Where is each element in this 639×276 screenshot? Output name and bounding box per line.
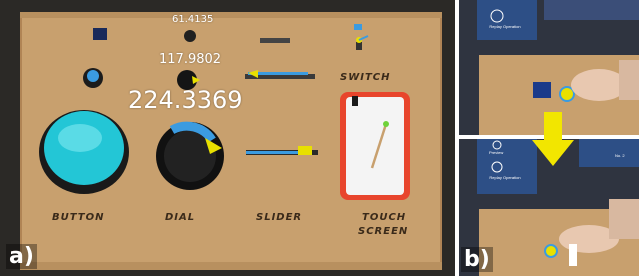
large-dial[interactable] <box>156 121 224 190</box>
readout-top: 61.4135 <box>172 14 214 25</box>
slider-top[interactable] <box>260 38 290 43</box>
big-button[interactable] <box>39 110 129 194</box>
top-dial[interactable] <box>184 30 196 42</box>
label-switch: SWITCH <box>340 72 391 83</box>
panel-label-a: a) <box>6 244 37 269</box>
b-bottom-label-no: No. 2 <box>615 153 625 158</box>
small-push-button[interactable] <box>93 28 107 40</box>
panel-label-b: b) <box>461 247 493 272</box>
label-dial: DIAL <box>165 212 196 223</box>
panel-b-top-drawing <box>477 0 639 135</box>
slider-lower[interactable] <box>246 146 318 155</box>
b-bottom-label-preview: Preview <box>489 150 504 155</box>
toggle-switch[interactable] <box>356 35 369 50</box>
b-top-screen-label: Replay Operation <box>489 24 521 29</box>
label-screen: SCREEN <box>358 226 409 237</box>
readout-large: 224.3369 <box>128 86 243 114</box>
panel-b-top-photo: Replay Operation <box>459 0 639 135</box>
label-touch: TOUCH <box>362 212 407 223</box>
small-knob[interactable] <box>83 68 103 88</box>
slider-upper[interactable] <box>245 70 315 79</box>
panel-a-photo: 61.4135 117.9802 224.3369 BUTTON DIAL SL… <box>0 0 455 276</box>
b-bottom-label-replay: Replay Operation <box>489 175 521 180</box>
touch-screen-phone[interactable] <box>340 92 410 200</box>
readout-mid: 117.9802 <box>159 52 222 67</box>
toggle-switch-top <box>354 24 362 30</box>
label-button: BUTTON <box>52 212 105 223</box>
label-slider: SLIDER <box>256 212 303 223</box>
panel-b-bottom-photo: Preview Replay Operation No. 2 b) <box>459 139 639 276</box>
